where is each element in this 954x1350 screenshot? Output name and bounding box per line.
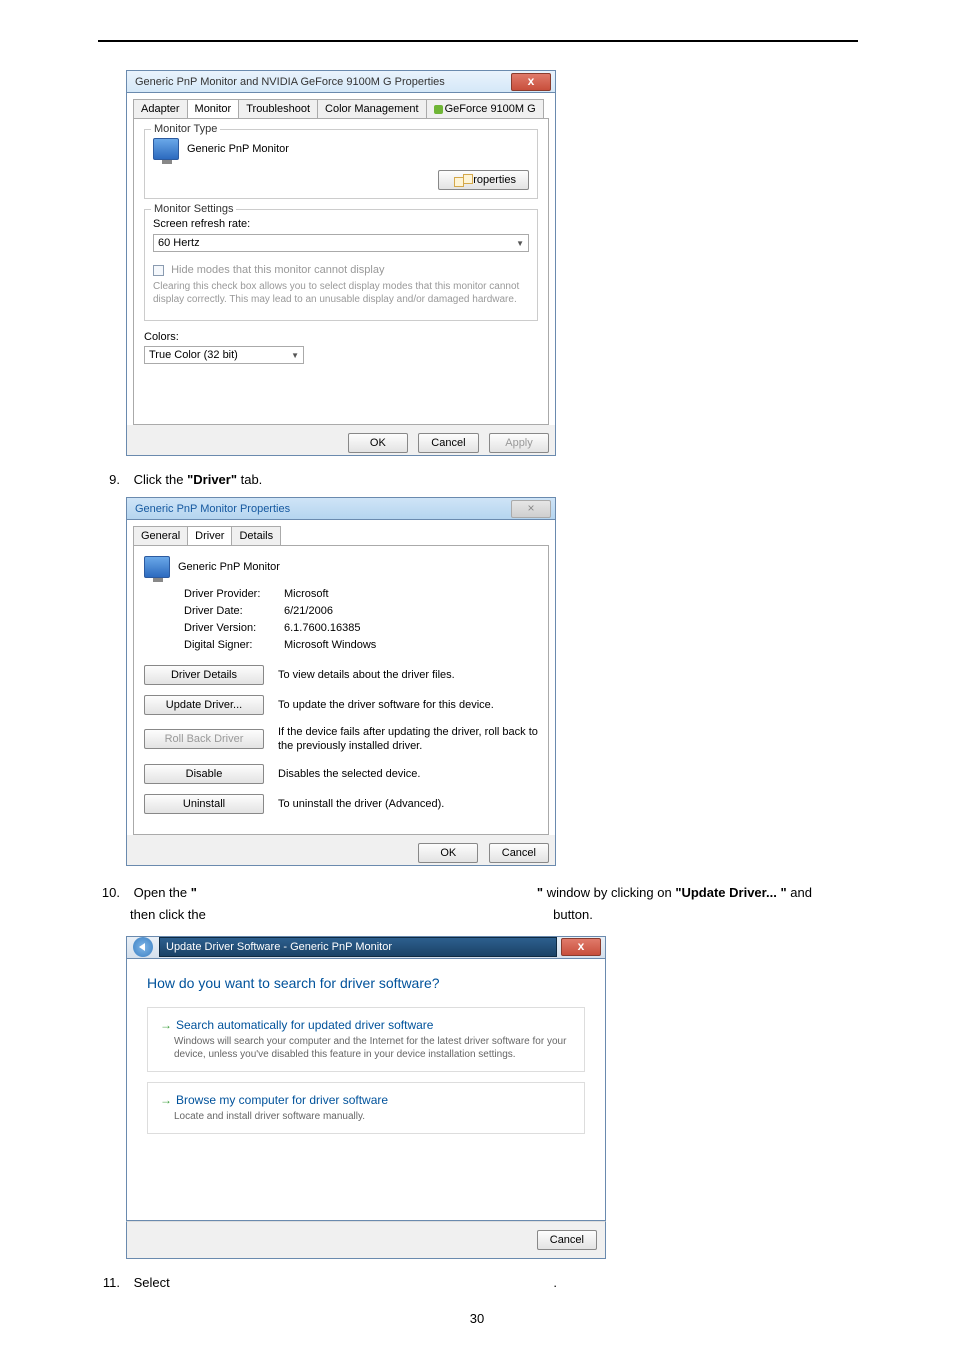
driver-tab-panel: Generic PnP Monitor Driver Provider:Micr… — [133, 545, 549, 835]
monitor-type-label: Monitor Type — [151, 123, 220, 135]
rollback-driver-button: Roll Back Driver — [144, 729, 264, 749]
dialog2-titlebar: Generic PnP Monitor Properties × — [126, 497, 556, 519]
driver-properties-dialog: Generic PnP Monitor Properties × General… — [126, 497, 556, 866]
properties-button[interactable]: Properties — [438, 170, 529, 190]
dialog2-title: Generic PnP Monitor Properties — [135, 503, 511, 515]
dialog3-body: How do you want to search for driver sof… — [126, 958, 606, 1221]
dialog3-header: Update Driver Software - Generic PnP Mon… — [126, 936, 606, 958]
uninstall-button[interactable]: Uninstall — [144, 794, 264, 814]
dialog1-tabs: Adapter Monitor Troubleshoot Color Manag… — [133, 99, 549, 118]
tab-driver[interactable]: Driver — [187, 526, 232, 545]
step-10: 10. Open the "" window by clicking on "U… — [98, 882, 858, 926]
nvidia-icon — [434, 105, 443, 114]
uninstall-desc: To uninstall the driver (Advanced). — [278, 797, 538, 811]
driver-details-button[interactable]: Driver Details — [144, 665, 264, 685]
update-driver-desc: To update the driver software for this d… — [278, 698, 538, 712]
provider-label: Driver Provider: — [184, 588, 284, 600]
driver-info: Driver Provider:Microsoft Driver Date:6/… — [184, 588, 538, 651]
date-value: 6/21/2006 — [284, 605, 333, 617]
update-driver-wizard: Update Driver Software - Generic PnP Mon… — [126, 936, 606, 1259]
refresh-rate-select[interactable]: 60 Hertz ▼ — [153, 234, 529, 252]
page-number: 30 — [0, 1311, 954, 1326]
refresh-rate-label: Screen refresh rate: — [153, 218, 529, 230]
monitor-type-group: Monitor Type Generic PnP Monitor Propert… — [144, 129, 538, 199]
dialog3-title: Update Driver Software - Generic PnP Mon… — [159, 937, 557, 957]
disable-desc: Disables the selected device. — [278, 767, 538, 781]
monitor-adapter-properties-dialog: Generic PnP Monitor and NVIDIA GeForce 9… — [126, 70, 556, 456]
hide-modes-label: Hide modes that this monitor cannot disp… — [171, 264, 384, 276]
colors-value: True Color (32 bit) — [149, 349, 238, 361]
tab-color-management[interactable]: Color Management — [317, 99, 427, 118]
back-icon[interactable] — [133, 937, 153, 957]
ok-button[interactable]: OK — [348, 433, 408, 453]
date-label: Driver Date: — [184, 605, 284, 617]
cancel-button[interactable]: Cancel — [537, 1230, 597, 1250]
tab-general[interactable]: General — [133, 526, 188, 545]
colors-label: Colors: — [144, 331, 538, 343]
tab-geforce[interactable]: GeForce 9100M G — [426, 99, 544, 118]
tab-details[interactable]: Details — [231, 526, 281, 545]
step-11: 11. Select . — [98, 1275, 858, 1290]
dialog3-footer: Cancel — [126, 1221, 606, 1259]
monitor-icon — [153, 138, 179, 160]
search-auto-option[interactable]: →Search automatically for updated driver… — [147, 1007, 585, 1072]
wizard-question: How do you want to search for driver sof… — [147, 975, 585, 991]
driver-actions: Driver Details To view details about the … — [144, 665, 538, 814]
browse-computer-desc: Locate and install driver software manua… — [174, 1110, 572, 1123]
monitor-settings-label: Monitor Settings — [151, 203, 236, 215]
tab-troubleshoot[interactable]: Troubleshoot — [238, 99, 318, 118]
driver-details-desc: To view details about the driver files. — [278, 668, 538, 682]
dialog1-buttons: OK Cancel Apply — [127, 425, 555, 455]
signer-value: Microsoft Windows — [284, 639, 376, 651]
dialog2-buttons: OK Cancel — [127, 835, 555, 865]
provider-value: Microsoft — [284, 588, 329, 600]
tab-adapter[interactable]: Adapter — [133, 99, 188, 118]
disable-button[interactable]: Disable — [144, 764, 264, 784]
search-auto-desc: Windows will search your computer and th… — [174, 1035, 572, 1061]
hide-modes-note: Clearing this check box allows you to se… — [153, 280, 529, 306]
dialog1-title: Generic PnP Monitor and NVIDIA GeForce 9… — [135, 76, 511, 88]
shield-icon — [451, 174, 463, 186]
refresh-rate-value: 60 Hertz — [158, 237, 200, 249]
chevron-down-icon: ▼ — [516, 239, 524, 248]
close-icon[interactable]: x — [561, 938, 601, 956]
step-9: 9. Click the "Driver" tab. — [98, 472, 858, 487]
browse-computer-option[interactable]: →Browse my computer for driver software … — [147, 1082, 585, 1134]
update-driver-button[interactable]: Update Driver... — [144, 695, 264, 715]
device-name: Generic PnP Monitor — [178, 561, 280, 573]
cancel-button[interactable]: Cancel — [418, 433, 478, 453]
hide-modes-checkbox — [153, 265, 164, 276]
colors-select[interactable]: True Color (32 bit) ▼ — [144, 346, 304, 364]
dialog2-tabs: General Driver Details — [133, 526, 549, 545]
ok-button[interactable]: OK — [418, 843, 478, 863]
chevron-down-icon: ▼ — [291, 351, 299, 360]
tab-monitor[interactable]: Monitor — [187, 99, 240, 118]
dialog1-titlebar: Generic PnP Monitor and NVIDIA GeForce 9… — [126, 70, 556, 92]
close-icon[interactable]: x — [511, 73, 551, 91]
rollback-driver-desc: If the device fails after updating the d… — [278, 725, 538, 754]
close-icon[interactable]: × — [511, 500, 551, 518]
arrow-right-icon: → — [160, 1093, 172, 1107]
version-label: Driver Version: — [184, 622, 284, 634]
arrow-right-icon: → — [160, 1018, 172, 1032]
version-value: 6.1.7600.16385 — [284, 622, 360, 634]
monitor-name: Generic PnP Monitor — [187, 143, 289, 155]
signer-label: Digital Signer: — [184, 639, 284, 651]
apply-button: Apply — [489, 433, 549, 453]
monitor-tab-panel: Monitor Type Generic PnP Monitor Propert… — [133, 118, 549, 425]
monitor-settings-group: Monitor Settings Screen refresh rate: 60… — [144, 209, 538, 321]
cancel-button[interactable]: Cancel — [489, 843, 549, 863]
monitor-icon — [144, 556, 170, 578]
